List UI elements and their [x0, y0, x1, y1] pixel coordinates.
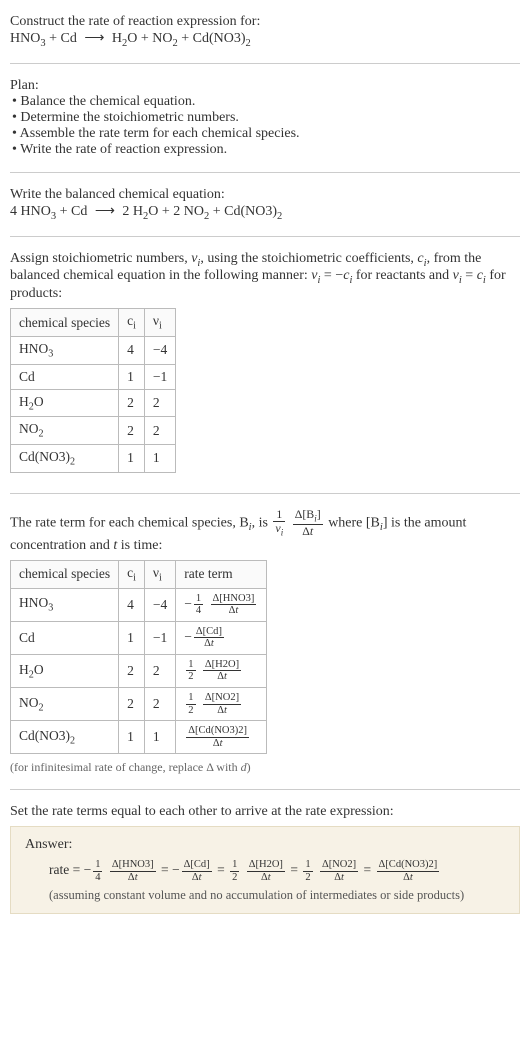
- col-species: chemical species: [11, 309, 119, 337]
- stoich-section: Assign stoichiometric numbers, νi, using…: [10, 245, 520, 485]
- cell-species: HNO3: [11, 336, 119, 364]
- table-row: Cd1−1−Δ[Cd]Δt: [11, 621, 267, 654]
- cell-vi: −1: [144, 364, 175, 389]
- cell-species: H2O: [11, 654, 119, 687]
- cell-vi: −4: [144, 336, 175, 364]
- cell-species: HNO3: [11, 588, 119, 621]
- cell-rate: 12 Δ[H2O]Δt: [176, 654, 267, 687]
- plan-title: Plan:: [10, 78, 520, 94]
- table-row: NO222: [11, 417, 176, 445]
- rate-expression: rate = −14 Δ[HNO3]Δt = −Δ[Cd]Δt = 12 Δ[H…: [25, 859, 505, 883]
- cell-species: H2O: [11, 389, 119, 417]
- balanced-section: Write the balanced chemical equation: 4 …: [10, 181, 520, 228]
- table-row: HNO34−4: [11, 336, 176, 364]
- cell-ci: 4: [119, 588, 145, 621]
- plan-item: • Write the rate of reaction expression.: [10, 142, 520, 158]
- table-row: NO22212 Δ[NO2]Δt: [11, 688, 267, 721]
- final-section: Set the rate terms equal to each other t…: [10, 798, 520, 919]
- cell-vi: −1: [144, 621, 175, 654]
- cell-ci: 1: [119, 721, 145, 754]
- divider: [10, 789, 520, 790]
- col-species: chemical species: [11, 560, 119, 588]
- cell-rate: Δ[Cd(NO3)2]Δt: [176, 721, 267, 754]
- cell-ci: 4: [119, 336, 145, 364]
- balanced-title: Write the balanced chemical equation:: [10, 187, 520, 203]
- cell-vi: 2: [144, 417, 175, 445]
- divider: [10, 236, 520, 237]
- plan-item-text: Determine the stoichiometric numbers.: [20, 110, 239, 125]
- plan-item: • Determine the stoichiometric numbers.: [10, 110, 520, 126]
- answer-box: Answer: rate = −14 Δ[HNO3]Δt = −Δ[Cd]Δt …: [10, 826, 520, 913]
- cell-rate: −14 Δ[HNO3]Δt: [176, 588, 267, 621]
- cell-vi: 1: [144, 721, 175, 754]
- table-row: HNO34−4−14 Δ[HNO3]Δt: [11, 588, 267, 621]
- problem-title: Construct the rate of reaction expressio…: [10, 14, 520, 30]
- table-row: Cd(NO3)211: [11, 444, 176, 472]
- plan-item-text: Balance the chemical equation.: [20, 94, 195, 109]
- cell-ci: 1: [119, 364, 145, 389]
- plan-item: • Balance the chemical equation.: [10, 94, 520, 110]
- cell-vi: 1: [144, 444, 175, 472]
- divider: [10, 493, 520, 494]
- table-row: H2O2212 Δ[H2O]Δt: [11, 654, 267, 687]
- unbalanced-equation: HNO3 + Cd ⟶ H2O + NO2 + Cd(NO3)2: [10, 30, 520, 49]
- cell-species: Cd: [11, 364, 119, 389]
- col-rate: rate term: [176, 560, 267, 588]
- col-ci: ci: [119, 309, 145, 337]
- cell-ci: 1: [119, 621, 145, 654]
- cell-ci: 2: [119, 654, 145, 687]
- cell-species: Cd: [11, 621, 119, 654]
- rateterm-intro: The rate term for each chemical species,…: [10, 508, 520, 554]
- table-header-row: chemical species ci νi: [11, 309, 176, 337]
- stoich-table: chemical species ci νi HNO34−4 Cd1−1 H2O…: [10, 308, 176, 472]
- cell-species: Cd(NO3)2: [11, 721, 119, 754]
- answer-label: Answer:: [25, 837, 505, 853]
- cell-rate: 12 Δ[NO2]Δt: [176, 688, 267, 721]
- cell-ci: 2: [119, 389, 145, 417]
- col-ci: ci: [119, 560, 145, 588]
- table-row: Cd1−1: [11, 364, 176, 389]
- cell-vi: 2: [144, 654, 175, 687]
- col-vi: νi: [144, 309, 175, 337]
- answer-assumption: (assuming constant volume and no accumul…: [25, 888, 505, 903]
- rateterm-note: (for infinitesimal rate of change, repla…: [10, 760, 520, 775]
- col-vi: νi: [144, 560, 175, 588]
- plan-item-text: Assemble the rate term for each chemical…: [20, 126, 300, 141]
- cell-ci: 1: [119, 444, 145, 472]
- cell-ci: 2: [119, 417, 145, 445]
- stoich-intro: Assign stoichiometric numbers, νi, using…: [10, 251, 520, 303]
- divider: [10, 172, 520, 173]
- balanced-equation: 4 HNO3 + Cd ⟶ 2 H2O + 2 NO2 + Cd(NO3)2: [10, 203, 520, 222]
- table-row: H2O22: [11, 389, 176, 417]
- plan-item: • Assemble the rate term for each chemic…: [10, 126, 520, 142]
- table-row: Cd(NO3)211Δ[Cd(NO3)2]Δt: [11, 721, 267, 754]
- cell-vi: −4: [144, 588, 175, 621]
- problem-header: Construct the rate of reaction expressio…: [10, 8, 520, 55]
- plan-section: Plan: • Balance the chemical equation. •…: [10, 72, 520, 164]
- cell-species: NO2: [11, 688, 119, 721]
- cell-vi: 2: [144, 389, 175, 417]
- final-intro: Set the rate terms equal to each other t…: [10, 804, 520, 820]
- divider: [10, 63, 520, 64]
- rateterm-table: chemical species ci νi rate term HNO34−4…: [10, 560, 267, 754]
- table-header-row: chemical species ci νi rate term: [11, 560, 267, 588]
- cell-vi: 2: [144, 688, 175, 721]
- rateterm-section: The rate term for each chemical species,…: [10, 502, 520, 782]
- cell-rate: −Δ[Cd]Δt: [176, 621, 267, 654]
- cell-species: Cd(NO3)2: [11, 444, 119, 472]
- cell-ci: 2: [119, 688, 145, 721]
- plan-item-text: Write the rate of reaction expression.: [20, 142, 227, 157]
- cell-species: NO2: [11, 417, 119, 445]
